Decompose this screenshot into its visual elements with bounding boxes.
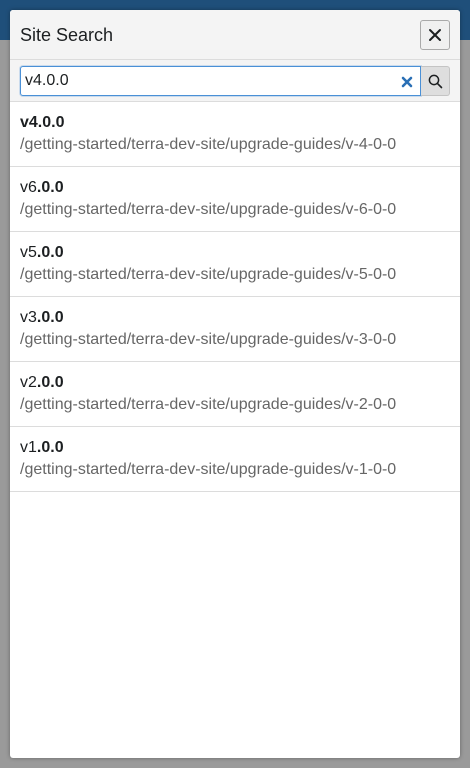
result-path: /getting-started/terra-dev-site/upgrade-… (20, 136, 397, 153)
search-result-item[interactable]: v6.0.0 /getting-started/terra-dev-site/u… (10, 167, 460, 232)
search-result-item[interactable]: v4.0.0 /getting-started/terra-dev-site/u… (10, 102, 460, 167)
result-path: /getting-started/terra-dev-site/upgrade-… (20, 396, 397, 413)
result-title: v3.0.0 (20, 309, 64, 327)
close-button[interactable] (420, 20, 450, 50)
result-title: v5.0.0 (20, 244, 64, 262)
result-title-plain: v2 (20, 374, 37, 391)
result-title-plain: v3 (20, 309, 37, 326)
result-title-match: .0.0 (36, 374, 64, 391)
result-title-plain: v6 (20, 179, 37, 196)
clear-search-button[interactable] (400, 75, 414, 89)
result-title-plain: v1 (20, 439, 37, 456)
result-path: /getting-started/terra-dev-site/upgrade-… (20, 266, 397, 283)
clear-x-icon (401, 76, 413, 88)
result-title: v6.0.0 (20, 179, 64, 197)
close-icon (429, 29, 441, 41)
search-result-item[interactable]: v3.0.0 /getting-started/terra-dev-site/u… (10, 297, 460, 362)
result-path: /getting-started/terra-dev-site/upgrade-… (20, 201, 397, 218)
result-path: /getting-started/terra-dev-site/upgrade-… (20, 331, 397, 348)
search-result-item[interactable]: v2.0.0 /getting-started/terra-dev-site/u… (10, 362, 460, 427)
search-result-item[interactable]: v5.0.0 /getting-started/terra-dev-site/u… (10, 232, 460, 297)
search-field (20, 66, 421, 96)
result-title: v2.0.0 (20, 374, 64, 392)
result-title: v4.0.0 (20, 114, 64, 132)
search-input[interactable] (21, 67, 395, 95)
search-bar (10, 60, 460, 102)
result-title-match: .0.0 (36, 309, 64, 326)
search-modal: Site Search v4.0.0 /getting-starte (10, 10, 460, 758)
result-title-match: .0.0 (36, 179, 64, 196)
result-title-plain: v5 (20, 244, 37, 261)
result-title: v1.0.0 (20, 439, 64, 457)
modal-header: Site Search (10, 10, 460, 60)
search-icon (428, 74, 442, 88)
result-title-match: .0.0 (36, 439, 64, 456)
search-button[interactable] (421, 66, 450, 96)
search-result-item[interactable]: v1.0.0 /getting-started/terra-dev-site/u… (10, 427, 460, 492)
search-results-list: v4.0.0 /getting-started/terra-dev-site/u… (10, 102, 460, 492)
result-title-match: v4.0.0 (20, 114, 65, 131)
modal-title: Site Search (20, 25, 114, 45)
result-title-match: .0.0 (36, 244, 64, 261)
result-path: /getting-started/terra-dev-site/upgrade-… (20, 461, 397, 478)
